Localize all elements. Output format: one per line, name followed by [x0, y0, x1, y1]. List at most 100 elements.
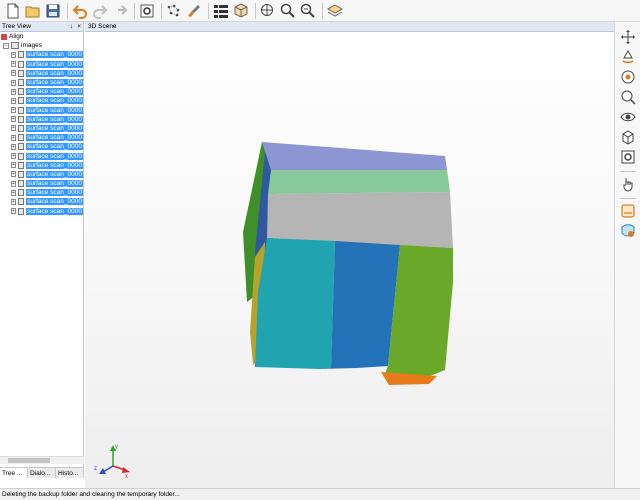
scan-icon	[17, 161, 25, 169]
expand-icon[interactable]: +	[11, 198, 16, 205]
toolbar-separator	[134, 2, 135, 19]
toolbar-separator	[619, 198, 636, 199]
brush-icon[interactable]	[185, 2, 203, 20]
scan-icon	[17, 207, 25, 215]
tab-dialog[interactable]: Dialo...	[28, 468, 56, 478]
tab-history[interactable]: Histo...	[56, 468, 84, 478]
cube-icon[interactable]	[232, 2, 250, 20]
tree-item-surface-scan[interactable]: + surface scan_0000	[0, 197, 83, 206]
grid-icon[interactable]	[212, 2, 230, 20]
redo-disabled-icon[interactable]	[91, 2, 109, 20]
3d-viewport[interactable]: y x z	[85, 32, 614, 488]
tree-item-label: surface scan_0000	[26, 79, 83, 87]
axis-x-label: x	[125, 474, 128, 480]
expand-icon[interactable]: +	[11, 134, 16, 141]
zoom-in-icon[interactable]	[279, 2, 297, 20]
tree-item-label: surface scan_0000	[26, 115, 83, 123]
tree-item-surface-scan[interactable]: + surface scan_0000	[0, 142, 83, 151]
tree-item-surface-scan[interactable]: + surface scan_0000	[0, 60, 83, 69]
tree-view-title: Tree View	[2, 23, 31, 30]
zoom-region-icon[interactable]	[618, 88, 638, 106]
expand-icon[interactable]: +	[11, 79, 16, 86]
tree-node-images[interactable]: − images	[0, 41, 83, 50]
close-icon[interactable]: ×	[77, 23, 81, 30]
tree-item-surface-scan[interactable]: + surface scan_0000	[0, 96, 83, 105]
scan-icon	[17, 180, 25, 188]
tree-item-surface-scan[interactable]: + surface scan_0000	[0, 106, 83, 115]
scan-icon	[17, 115, 25, 123]
expand-icon[interactable]: +	[11, 162, 16, 169]
render-mode-icon[interactable]	[618, 202, 638, 220]
undo-icon[interactable]	[71, 2, 89, 20]
new-file-icon[interactable]	[4, 2, 22, 20]
expand-icon[interactable]: +	[11, 88, 16, 95]
expand-icon[interactable]: +	[11, 125, 16, 132]
open-folder-icon[interactable]	[24, 2, 42, 20]
scan-icon	[17, 189, 25, 197]
scene-title: 3D Scene	[88, 23, 117, 30]
expand-icon[interactable]: +	[11, 189, 16, 196]
toolbar-separator	[255, 2, 256, 19]
tree-item-surface-scan[interactable]: + surface scan_0000	[0, 124, 83, 133]
settings-icon[interactable]	[138, 2, 156, 20]
layers-icon[interactable]	[326, 2, 344, 20]
hand-select-icon[interactable]	[618, 175, 638, 193]
tree-item-label: surface scan_0000	[26, 198, 83, 206]
expand-icon[interactable]: +	[11, 171, 16, 178]
fit-view-icon[interactable]	[618, 68, 638, 86]
status-bar: Deleting the backup folder and clearing …	[0, 488, 640, 500]
expand-icon[interactable]: +	[11, 208, 16, 215]
tree-root-align[interactable]: Align	[0, 32, 83, 41]
toolbar-separator	[208, 2, 209, 19]
camera-settings-icon[interactable]	[618, 148, 638, 166]
tree-item-surface-scan[interactable]: + surface scan_0000	[0, 115, 83, 124]
tab-tree[interactable]: Tree ...	[0, 468, 28, 478]
scrollbar-thumb[interactable]	[8, 458, 50, 463]
tree-item-surface-scan[interactable]: + surface scan_0000	[0, 133, 83, 142]
scan-icon	[17, 198, 25, 206]
expand-icon[interactable]: +	[11, 107, 16, 114]
tree-item-surface-scan[interactable]: + surface scan_0000	[0, 179, 83, 188]
tree-item-surface-scan[interactable]: + surface scan_0000	[0, 87, 83, 96]
axis-gizmo: y x z	[94, 444, 130, 480]
tree-item-surface-scan[interactable]: + surface scan_0000	[0, 170, 83, 179]
globe-scale-icon[interactable]	[259, 2, 277, 20]
pan-icon[interactable]	[618, 28, 638, 46]
box-view-icon[interactable]	[618, 128, 638, 146]
redo-icon[interactable]	[111, 2, 129, 20]
expand-icon[interactable]: +	[11, 180, 16, 187]
tree-item-surface-scan[interactable]: + surface scan_0000	[0, 69, 83, 78]
expand-icon[interactable]: +	[11, 97, 16, 104]
tree-item-surface-scan[interactable]: + surface scan_0000	[0, 207, 83, 216]
expand-icon[interactable]: +	[11, 70, 16, 77]
tree-view-panel: Tree View ↓ × Align − images + surface sc…	[0, 22, 84, 478]
expand-icon[interactable]: +	[11, 116, 16, 123]
align-icon	[1, 33, 7, 40]
tree-item-surface-scan[interactable]: + surface scan_0000	[0, 78, 83, 87]
tree-item-surface-scan[interactable]: + surface scan_0000	[0, 50, 83, 59]
collapse-icon[interactable]: −	[3, 42, 9, 49]
pin-icon[interactable]: ↓	[70, 23, 73, 30]
expand-icon[interactable]: +	[11, 153, 16, 160]
rotate-icon[interactable]	[618, 48, 638, 66]
tree-item-surface-scan[interactable]: + surface scan_0000	[0, 151, 83, 160]
tree-view-header: Tree View ↓ ×	[0, 22, 83, 32]
visibility-icon[interactable]	[618, 108, 638, 126]
scan-icon	[17, 88, 25, 96]
points-icon[interactable]	[165, 2, 183, 20]
expand-icon[interactable]: +	[11, 51, 16, 58]
tree-item-surface-scan[interactable]: + surface scan_0000	[0, 161, 83, 170]
scan-icon	[17, 60, 25, 68]
save-icon[interactable]	[44, 2, 62, 20]
scan-icon	[17, 152, 25, 160]
tree-item-surface-scan[interactable]: + surface scan_0000	[0, 188, 83, 197]
surface-paint-icon[interactable]	[618, 222, 638, 240]
tree-item-label: surface scan_0000	[26, 161, 83, 169]
horizontal-scrollbar[interactable]	[0, 456, 84, 464]
tree-item-label: surface scan_0000	[26, 170, 83, 178]
expand-icon[interactable]: +	[11, 143, 16, 150]
zoom-out-icon[interactable]	[299, 2, 317, 20]
cube-top-green	[268, 170, 450, 194]
tree-item-label: surface scan_0000	[26, 97, 83, 105]
expand-icon[interactable]: +	[11, 61, 16, 68]
